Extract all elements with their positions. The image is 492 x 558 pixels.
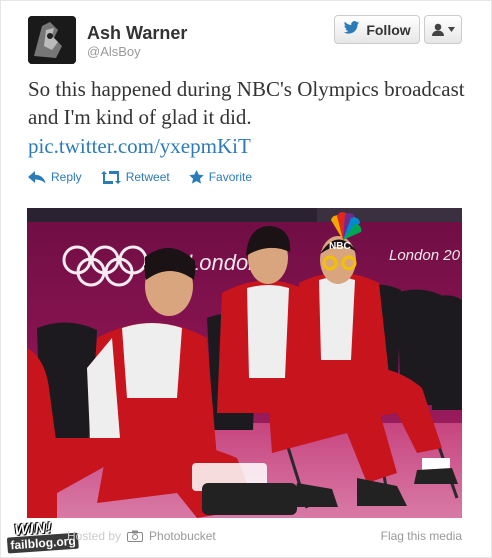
- retweet-icon: [100, 170, 121, 184]
- tweet-card: Ash Warner @AlsBoy Follow So this happen…: [0, 0, 492, 558]
- favorite-button[interactable]: Favorite: [189, 170, 252, 184]
- favorite-label: Favorite: [208, 170, 253, 184]
- caret-down-icon: [448, 27, 455, 32]
- retweet-button[interactable]: Retweet: [100, 170, 170, 184]
- author-handle[interactable]: @AlsBoy: [87, 44, 141, 60]
- follow-button[interactable]: Follow: [334, 15, 420, 44]
- twitter-bird-icon: [343, 21, 360, 38]
- author-name[interactable]: Ash Warner: [87, 22, 187, 44]
- user-icon: [431, 23, 445, 36]
- reply-button[interactable]: Reply: [28, 170, 82, 184]
- svg-text:NBC: NBC: [329, 241, 351, 252]
- user-actions-button[interactable]: [424, 15, 462, 44]
- flag-media-link[interactable]: Flag this media: [381, 529, 462, 543]
- tweet-photo[interactable]: London London 20 NBC: [27, 208, 462, 518]
- reply-label: Reply: [51, 170, 82, 184]
- retweet-label: Retweet: [125, 170, 170, 184]
- tweet-actions: Reply Retweet Favorite: [28, 167, 271, 187]
- banner-text-london-2012: London 20: [389, 247, 461, 264]
- photobucket-link[interactable]: Photobucket: [149, 529, 216, 543]
- tweet-text: So this happened during NBC's Olympics b…: [28, 77, 465, 129]
- hosted-by: Hosted by Photobucket: [67, 529, 216, 543]
- avatar[interactable]: [28, 16, 76, 64]
- reply-icon: [28, 170, 46, 184]
- media-footer: Hosted by Photobucket Flag this media: [27, 529, 462, 545]
- hosted-by-label: Hosted by: [67, 529, 122, 543]
- camera-icon: [127, 530, 144, 542]
- follow-label: Follow: [366, 21, 411, 38]
- star-icon: [189, 170, 204, 184]
- tweet-media-link[interactable]: pic.twitter.com/yxepmKiT: [28, 132, 251, 160]
